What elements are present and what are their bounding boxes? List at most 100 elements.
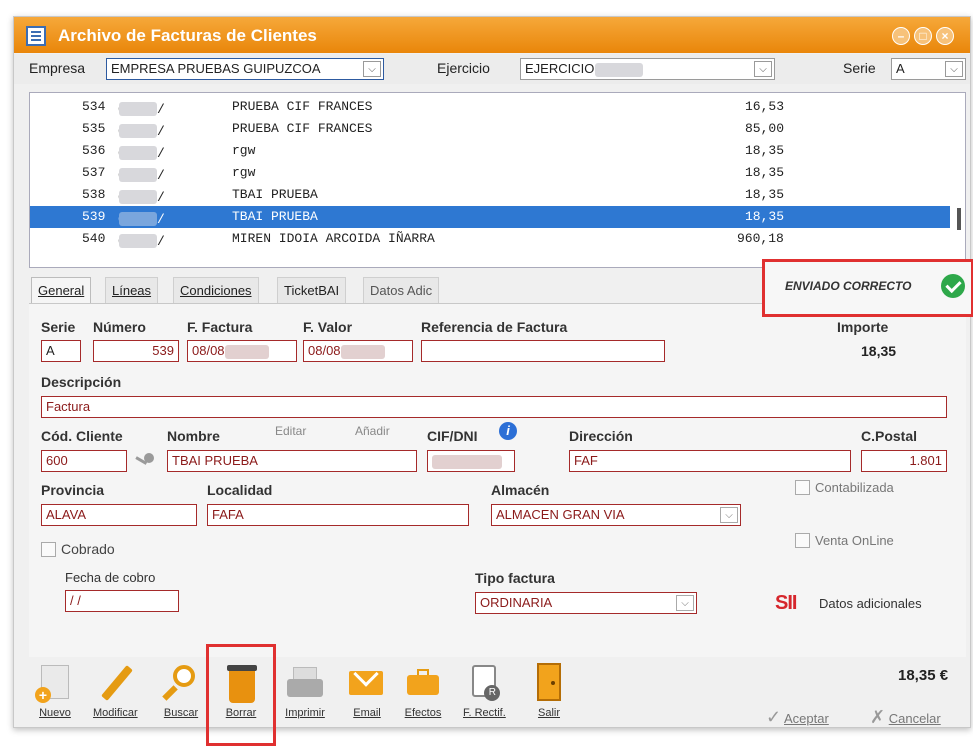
contabilizada-checkbox[interactable]: Contabilizada <box>795 480 894 495</box>
editar-link[interactable]: Editar <box>275 424 306 438</box>
chevron-down-icon[interactable]: ⌵ <box>945 61 963 77</box>
fvalor-value: 08/08 <box>308 343 341 358</box>
info-icon[interactable]: i <box>499 422 517 440</box>
tab-condiciones[interactable]: Condiciones <box>173 277 259 303</box>
fvalor-field[interactable]: 08/08 <box>303 340 413 362</box>
anadir-link[interactable]: Añadir <box>355 424 390 438</box>
chevron-down-icon[interactable]: ⌵ <box>676 595 694 611</box>
chevron-down-icon[interactable]: ⌵ <box>720 507 738 523</box>
venta-online-checkbox[interactable]: Venta OnLine <box>795 533 894 548</box>
maximize-icon[interactable]: □ <box>914 27 932 45</box>
serie-select[interactable]: A ⌵ <box>891 58 966 80</box>
invoice-number: 535 <box>82 121 106 136</box>
empresa-value: EMPRESA PRUEBAS GUIPUZCOA <box>111 61 321 76</box>
modificar-button[interactable]: Modificar <box>93 663 138 719</box>
email-label: Email <box>353 707 381 719</box>
status-text: ENVIADO CORRECTO <box>785 279 912 293</box>
buscar-label: Buscar <box>163 707 199 719</box>
tab-datos-adic[interactable]: Datos Adic <box>363 277 440 303</box>
aceptar-button[interactable]: ✓ Aceptar <box>766 707 829 728</box>
ticketbai-status-box: ENVIADO CORRECTO <box>762 259 973 317</box>
list-item[interactable]: 536 07/08/ rgw 18,35 <box>30 140 950 162</box>
buscar-button[interactable]: Buscar <box>161 663 201 719</box>
contabilizada-label: Contabilizada <box>815 480 894 495</box>
frectif-label: F. Rectif. <box>463 707 506 719</box>
magnifier-icon <box>161 663 201 703</box>
provincia-field[interactable]: ALAVA <box>41 504 197 526</box>
localidad-field[interactable]: FAFA <box>207 504 469 526</box>
frectif-button[interactable]: R F. Rectif. <box>463 663 506 719</box>
ejercicio-select[interactable]: EJERCICIO ⌵ <box>520 58 775 80</box>
cifdni-field[interactable] <box>427 450 515 472</box>
redacted <box>119 146 157 160</box>
key-icon[interactable] <box>133 451 157 471</box>
list-item-selected[interactable]: 539 08/08/ TBAI PRUEBA 18,35 <box>30 206 950 228</box>
checkbox-box[interactable] <box>41 541 56 557</box>
serie-field[interactable]: A <box>41 340 81 362</box>
nombre-label: Nombre <box>167 428 220 444</box>
tab-ticketbai[interactable]: TicketBAI <box>277 277 347 303</box>
tab-label: TicketBAI <box>284 283 340 298</box>
checkbox-box[interactable] <box>795 480 810 495</box>
minimize-icon[interactable]: – <box>892 27 910 45</box>
descripcion-field[interactable]: Factura <box>41 396 947 418</box>
invoice-client: PRUEBA CIF FRANCES <box>232 121 373 136</box>
fechacobro-field[interactable]: / / <box>65 590 179 612</box>
cobrado-checkbox[interactable]: Cobrado <box>41 541 115 557</box>
list-item[interactable]: 534 04/08/ PRUEBA CIF FRANCES 16,53 <box>30 96 950 118</box>
invoice-number: 540 <box>82 231 106 246</box>
redacted <box>119 168 157 182</box>
invoice-amount: 18,35 <box>745 143 785 158</box>
envelope-icon <box>347 661 387 703</box>
list-item[interactable]: 537 07/08/ rgw 18,35 <box>30 162 950 184</box>
printer-icon <box>285 663 325 703</box>
efectos-button[interactable]: Efectos <box>403 663 443 719</box>
nuevo-button[interactable]: + Nuevo <box>35 663 75 719</box>
cross-icon: ✗ <box>870 707 886 727</box>
imprimir-label: Imprimir <box>285 707 325 719</box>
chevron-down-icon[interactable]: ⌵ <box>363 61 381 77</box>
nombre-field[interactable]: TBAI PRUEBA <box>167 450 417 472</box>
tab-general[interactable]: General <box>31 277 92 303</box>
redacted <box>119 234 157 248</box>
briefcase-icon <box>403 663 443 703</box>
tab-lineas[interactable]: Líneas <box>105 277 159 303</box>
numero-field[interactable]: 539 <box>93 340 179 362</box>
imprimir-button[interactable]: Imprimir <box>285 663 325 719</box>
checkbox-box[interactable] <box>795 533 810 548</box>
list-scrollbar[interactable] <box>957 208 961 230</box>
pencil-icon <box>95 663 135 703</box>
ejercicio-label: Ejercicio <box>437 60 490 76</box>
invoice-amount: 18,35 <box>745 187 785 202</box>
tipofactura-select[interactable]: ORDINARIA ⌵ <box>475 592 697 614</box>
close-icon[interactable]: × <box>936 27 954 45</box>
cancelar-button[interactable]: ✗ Cancelar <box>870 707 941 728</box>
invoice-list[interactable]: 534 04/08/ PRUEBA CIF FRANCES 16,53 535 … <box>29 92 966 268</box>
list-item[interactable]: 540 09/08/ MIREN IDOIA ARCOIDA IÑARRA 96… <box>30 228 950 250</box>
referencia-field[interactable] <box>421 340 665 362</box>
redacted <box>119 124 157 138</box>
list-item[interactable]: 538 07/08/ TBAI PRUEBA 18,35 <box>30 184 950 206</box>
invoice-client: rgw <box>232 143 256 158</box>
datos-adicionales-link[interactable]: Datos adicionales <box>819 596 922 611</box>
title-bar: Archivo de Facturas de Clientes – □ × <box>14 17 970 53</box>
list-item[interactable]: 535 04/08/ PRUEBA CIF FRANCES 85,00 <box>30 118 950 140</box>
direccion-field[interactable]: FAF <box>569 450 851 472</box>
invoice-client: TBAI PRUEBA <box>232 187 318 202</box>
redacted <box>119 102 157 116</box>
app-icon <box>26 26 46 46</box>
codcliente-label: Cód. Cliente <box>41 428 123 444</box>
ffactura-field[interactable]: 08/08 <box>187 340 297 362</box>
chevron-down-icon[interactable]: ⌵ <box>754 61 772 77</box>
cpostal-field[interactable]: 1.801 <box>861 450 947 472</box>
codcliente-field[interactable]: 600 <box>41 450 127 472</box>
serie-label: Serie <box>843 60 876 76</box>
email-button[interactable]: Email <box>347 661 387 719</box>
almacen-select[interactable]: ALMACEN GRAN VIA ⌵ <box>491 504 741 526</box>
invoice-amount: 18,35 <box>745 209 785 224</box>
direccion-label: Dirección <box>569 428 633 444</box>
invoice-client: TBAI PRUEBA <box>232 209 318 224</box>
salir-button[interactable]: Salir <box>529 663 569 719</box>
empresa-select[interactable]: EMPRESA PRUEBAS GUIPUZCOA ⌵ <box>106 58 384 80</box>
ffactura-label: F. Factura <box>187 319 253 335</box>
